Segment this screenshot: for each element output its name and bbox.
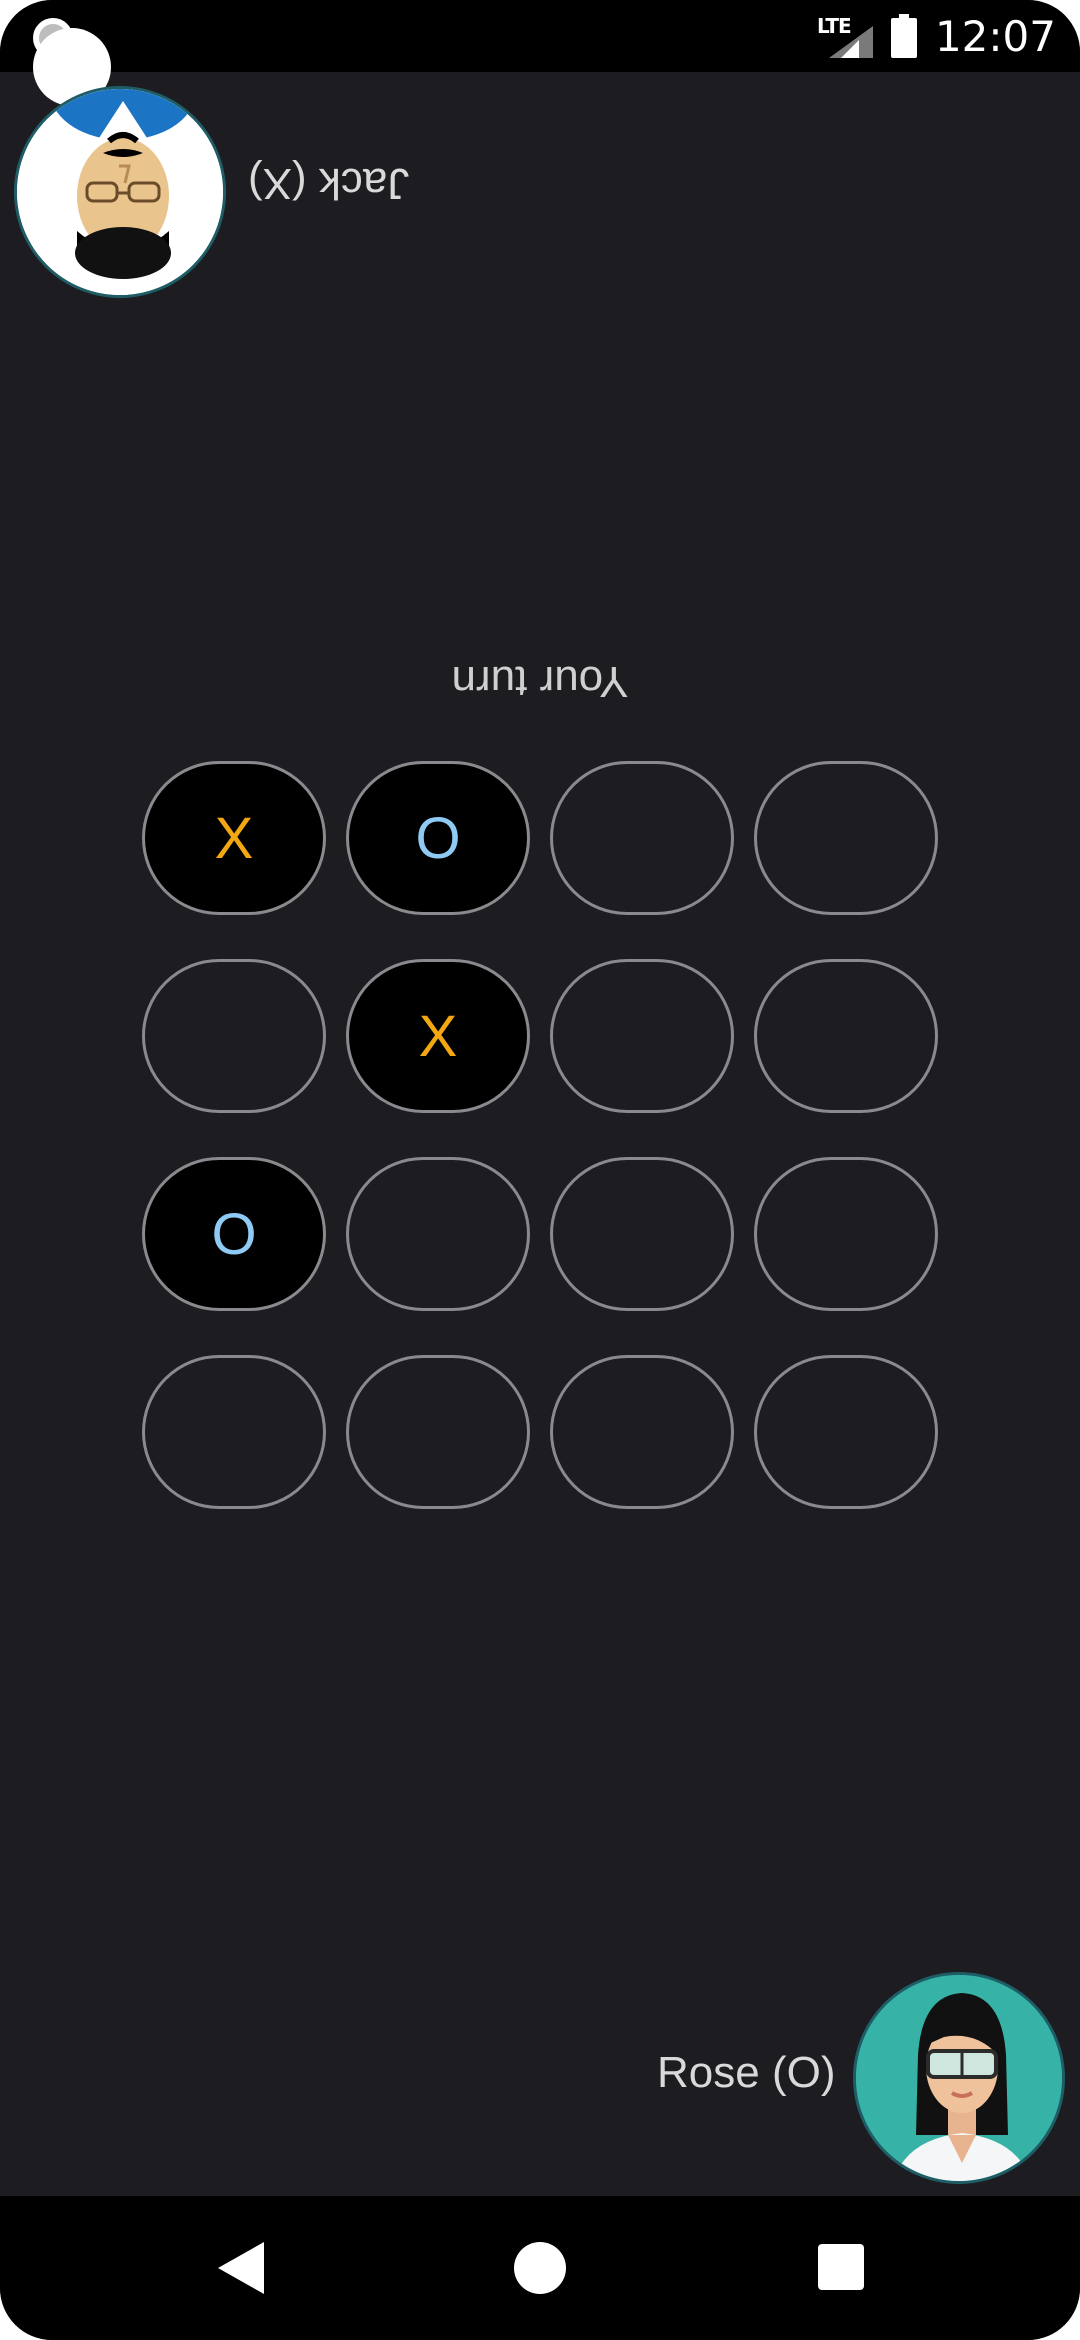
- jack-avatar: [14, 86, 226, 298]
- home-icon[interactable]: [514, 2242, 566, 2294]
- navigation-bar: [0, 2196, 1080, 2340]
- board-cell-r1-c3[interactable]: [550, 761, 734, 915]
- status-bar: LTE 12:07: [0, 0, 1080, 72]
- rose-avatar: [853, 1972, 1065, 2184]
- battery-icon: [890, 14, 917, 58]
- man-avatar-icon: [17, 89, 223, 295]
- board-cell-r4-c4[interactable]: [754, 1355, 938, 1509]
- status-icons: LTE 12:07: [817, 0, 1056, 72]
- board-cell-r2-c3[interactable]: [550, 959, 734, 1113]
- board-cell-r3-c4[interactable]: [754, 1157, 938, 1311]
- board-cell-r3-c2[interactable]: [346, 1157, 530, 1311]
- board-cell-r2-c2[interactable]: X: [346, 959, 530, 1113]
- game-screen: LTE 12:07 Jack (X) Your turn X O X O Ros…: [0, 0, 1080, 2340]
- board-cell-r3-c3[interactable]: [550, 1157, 734, 1311]
- woman-avatar-icon: [856, 1975, 1062, 2181]
- back-icon[interactable]: [218, 2242, 266, 2294]
- board-cell-r2-c1[interactable]: [142, 959, 326, 1113]
- lte-signal-icon: LTE: [817, 14, 873, 58]
- board-cell-r4-c2[interactable]: [346, 1355, 530, 1509]
- turn-indicator: Your turn: [451, 657, 629, 706]
- board-cell-r1-c4[interactable]: [754, 761, 938, 915]
- board-cell-r4-c3[interactable]: [550, 1355, 734, 1509]
- recents-icon[interactable]: [818, 2244, 864, 2290]
- game-board: XOXO: [142, 761, 938, 1509]
- rose-player-name: Rose (O): [657, 2048, 836, 2097]
- board-cell-r2-c4[interactable]: [754, 959, 938, 1113]
- board-cell-r1-c1[interactable]: X: [142, 761, 326, 915]
- board-cell-r1-c2[interactable]: O: [346, 761, 530, 915]
- jack-player-name: Jack (X): [248, 159, 410, 208]
- board-cell-r3-c1[interactable]: O: [142, 1157, 326, 1311]
- board-cell-r4-c1[interactable]: [142, 1355, 326, 1509]
- status-time: 12:07: [934, 11, 1056, 61]
